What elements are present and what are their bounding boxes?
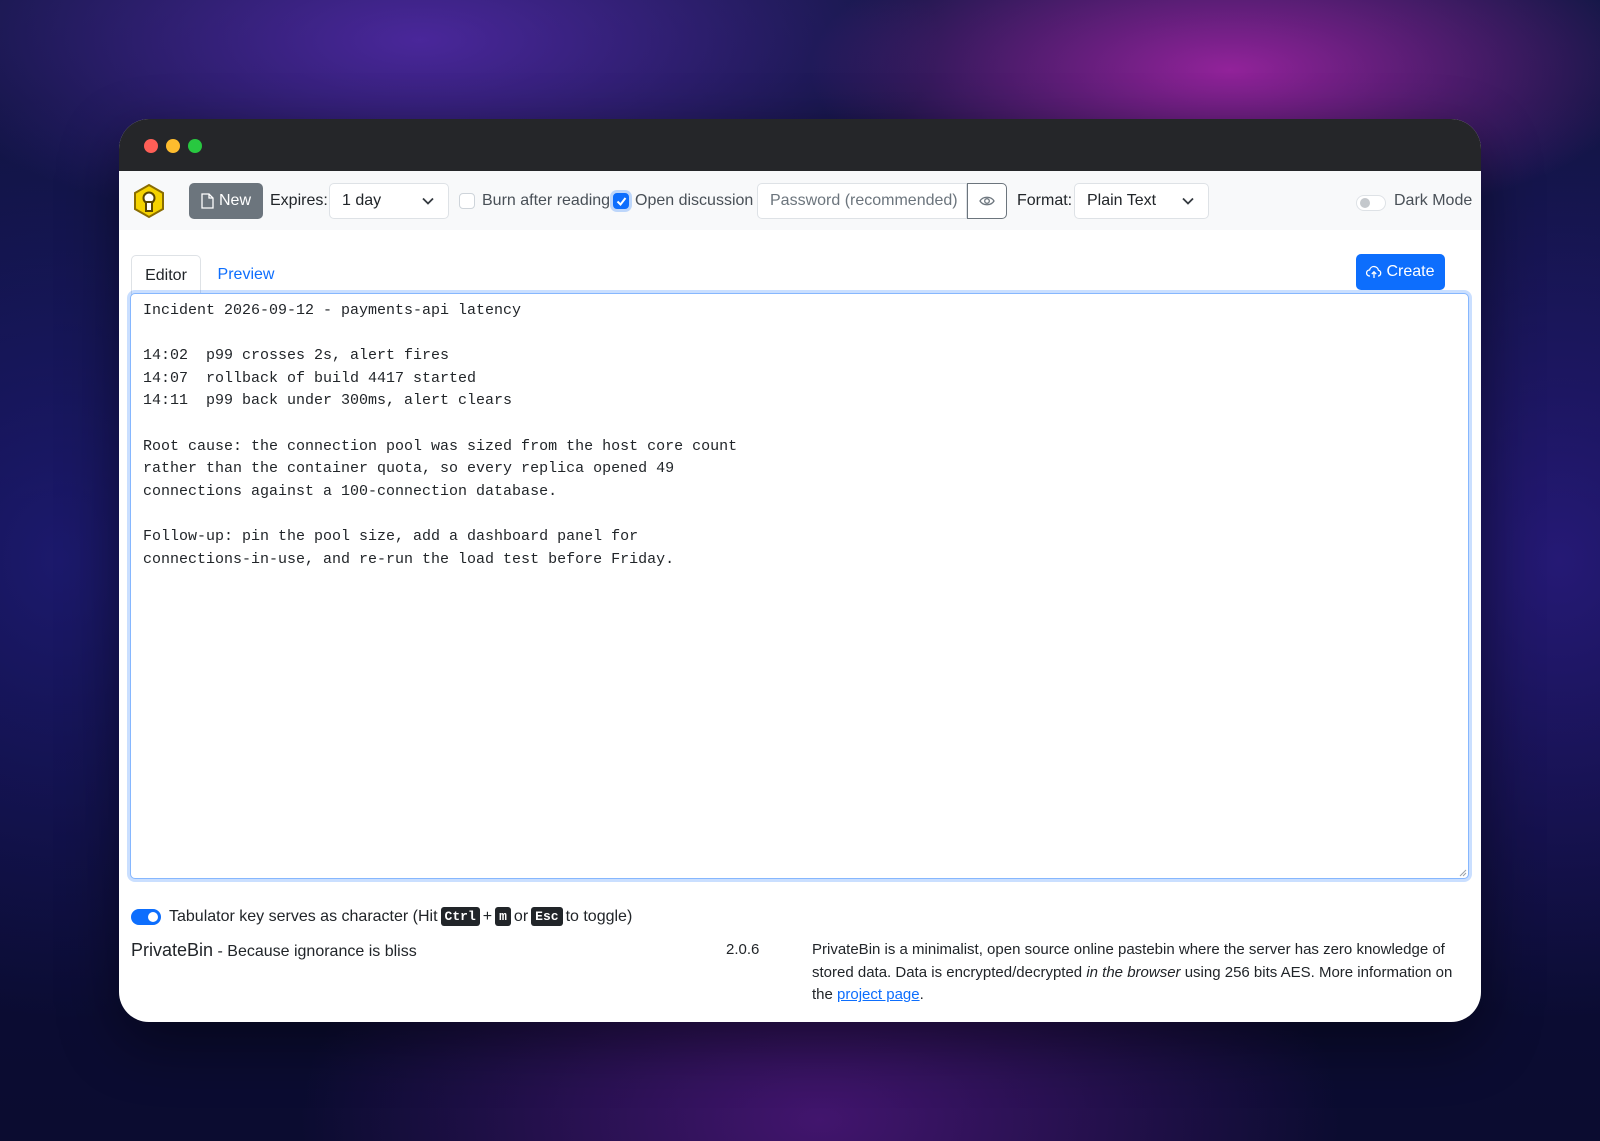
browser-window: New Expires: 1 day Burn after reading Op…: [119, 119, 1481, 1022]
chevron-down-icon: [422, 197, 434, 205]
eye-icon: [979, 196, 995, 206]
tabulator-note-text: Tabulator key serves as character (Hit: [169, 907, 438, 925]
about-emphasis: in the browser: [1086, 963, 1181, 981]
dark-mode-label[interactable]: Dark Mode: [1394, 192, 1472, 210]
tabulator-note: Tabulator key serves as character (Hit C…: [169, 907, 632, 926]
open-discussion-label[interactable]: Open discussion: [635, 192, 753, 210]
toggle-knob: [148, 912, 158, 922]
toggle-knob: [1360, 198, 1370, 208]
app-version: 2.0.6: [726, 941, 760, 958]
create-button-label: Create: [1386, 263, 1435, 280]
tabulator-toggle[interactable]: [131, 909, 161, 925]
about-text-end: .: [919, 986, 924, 1004]
expires-select[interactable]: 1 day: [329, 183, 449, 219]
file-icon: [201, 193, 214, 209]
kbd-esc: Esc: [531, 907, 563, 926]
burn-after-reading-checkbox[interactable]: [459, 193, 475, 209]
cloud-upload-icon: [1366, 265, 1382, 278]
show-password-button[interactable]: [967, 183, 1007, 219]
kbd-m: m: [495, 907, 511, 926]
tab-editor[interactable]: Editor: [131, 255, 201, 295]
burn-after-reading-label[interactable]: Burn after reading: [482, 192, 610, 210]
expires-label: Expires:: [270, 192, 328, 209]
chevron-down-icon: [1182, 197, 1194, 205]
tab-preview[interactable]: Preview: [211, 255, 281, 295]
about-text: PrivateBin is a minimalist, open source …: [812, 939, 1462, 1007]
format-value: Plain Text: [1087, 192, 1157, 209]
app-name: PrivateBin: [131, 940, 214, 960]
format-select[interactable]: Plain Text: [1074, 183, 1209, 219]
kbd-or: or: [513, 907, 529, 925]
footer-title: PrivateBin - Because ignorance is bliss: [131, 940, 417, 961]
new-button-label: New: [218, 192, 251, 209]
app-tagline: - Because ignorance is bliss: [213, 943, 417, 960]
kbd-plus: +: [482, 907, 493, 925]
minimize-window-button[interactable]: [166, 139, 180, 153]
password-input[interactable]: Password (recommended): [757, 183, 967, 219]
close-window-button[interactable]: [144, 139, 158, 153]
password-placeholder: Password (recommended): [770, 192, 958, 209]
window-titlebar: [119, 119, 1481, 171]
kbd-ctrl: Ctrl: [440, 907, 480, 926]
expires-value: 1 day: [342, 192, 382, 209]
project-page-link[interactable]: project page: [837, 986, 920, 1003]
paste-editor-textarea[interactable]: Incident 2026-09-12 - payments-api laten…: [130, 293, 1469, 879]
open-discussion-checkbox[interactable]: [613, 193, 629, 209]
format-label: Format:: [1017, 192, 1073, 209]
privatebin-logo-icon[interactable]: [131, 183, 167, 219]
resize-grip-icon[interactable]: [1459, 869, 1467, 877]
maximize-window-button[interactable]: [188, 139, 202, 153]
toolbar: New Expires: 1 day Burn after reading Op…: [119, 171, 1481, 230]
create-button[interactable]: Create: [1356, 254, 1445, 290]
new-paste-button[interactable]: New: [189, 183, 263, 219]
dark-mode-toggle[interactable]: [1356, 195, 1386, 211]
tabulator-note-end: to toggle): [565, 907, 633, 925]
check-icon: [616, 197, 627, 207]
